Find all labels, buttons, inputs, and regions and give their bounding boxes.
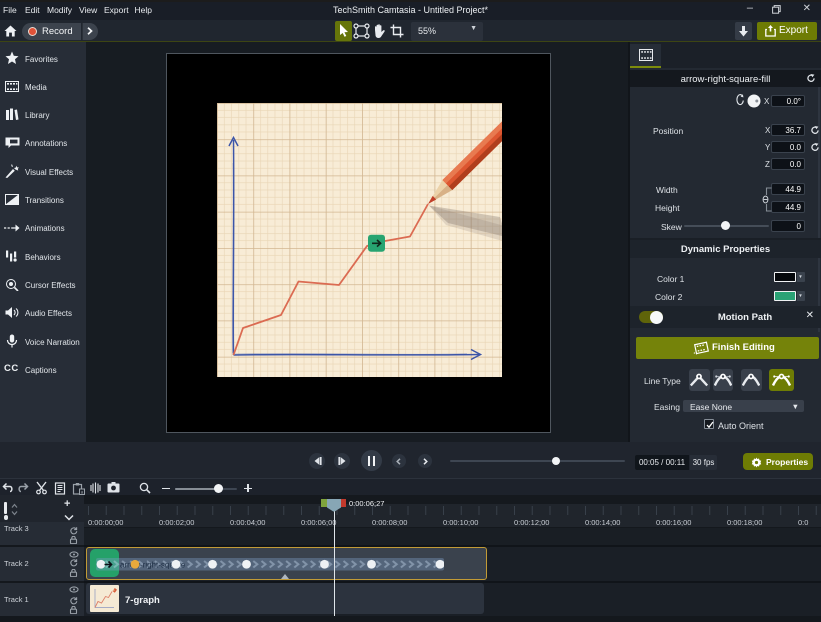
svg-text:0:00:02;00: 0:00:02;00	[159, 518, 194, 527]
svg-text:0:00:10;00: 0:00:10;00	[443, 518, 478, 527]
svg-text:0:00:00;00: 0:00:00;00	[88, 518, 123, 527]
svg-text:0:00:16;00: 0:00:16;00	[656, 518, 691, 527]
svg-text:0:00:14;00: 0:00:14;00	[585, 518, 620, 527]
svg-text:0:0: 0:0	[798, 518, 808, 527]
svg-text:0:00:06;00: 0:00:06;00	[301, 518, 336, 527]
svg-text:0:00:18;00: 0:00:18;00	[727, 518, 762, 527]
svg-text:0:00:08;00: 0:00:08;00	[372, 518, 407, 527]
svg-text:0:00:12;00: 0:00:12;00	[514, 518, 549, 527]
svg-text:0:00:04;00: 0:00:04;00	[230, 518, 265, 527]
